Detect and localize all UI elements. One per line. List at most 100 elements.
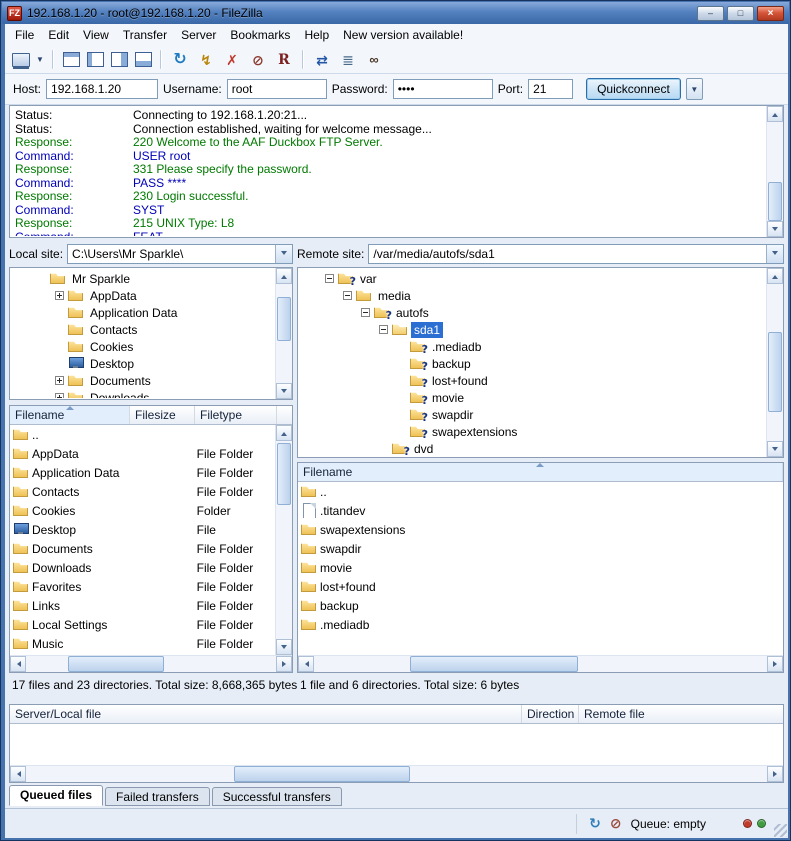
tab[interactable]: Queued files [9, 785, 103, 806]
combo-dropdown-icon[interactable] [766, 245, 783, 263]
tree-item[interactable]: movie [299, 389, 766, 406]
file-row[interactable]: Application Data File Folder [10, 463, 275, 482]
encryption-icon[interactable]: ⊘ [610, 816, 622, 831]
file-row[interactable]: Contacts File Folder [10, 482, 275, 501]
file-row[interactable]: AppData File Folder [10, 444, 275, 463]
scroll-right-button[interactable] [767, 656, 783, 672]
scroll-thumb[interactable] [277, 297, 291, 342]
file-row[interactable]: Desktop File [10, 520, 275, 539]
menu-item[interactable]: Transfer [116, 25, 174, 45]
quickconnect-dropdown-arrow[interactable]: ▼ [686, 78, 703, 100]
tree-item[interactable]: var [299, 270, 766, 287]
scroll-up-button[interactable] [767, 268, 783, 284]
message-log-toggle-icon[interactable] [60, 49, 82, 71]
queue-splitter[interactable] [5, 696, 788, 704]
file-row[interactable]: movie [298, 558, 783, 577]
file-row[interactable]: .titandev [298, 501, 783, 520]
column-header[interactable]: Direction [522, 705, 579, 723]
menu-item[interactable]: View [76, 25, 116, 45]
tree-item[interactable]: media [299, 287, 766, 304]
remote-site-combobox[interactable]: /var/media/autofs/sda1 [368, 244, 784, 264]
password-input[interactable] [393, 79, 493, 99]
scroll-left-button[interactable] [298, 656, 314, 672]
scroll-thumb[interactable] [68, 656, 164, 672]
speed-limit-icon[interactable]: ↻ [589, 816, 601, 831]
expander[interactable] [325, 274, 334, 283]
host-input[interactable] [46, 79, 158, 99]
minimize-button[interactable]: – [697, 6, 724, 21]
tree-item[interactable]: swapextensions [299, 423, 766, 440]
sync-browsing-icon[interactable]: ≣ [336, 49, 360, 71]
combo-dropdown-icon[interactable] [275, 245, 292, 263]
reconnect-icon[interactable]: R [272, 49, 296, 71]
file-row[interactable]: Favorites File Folder [10, 577, 275, 596]
scroll-up-button[interactable] [767, 106, 783, 122]
file-row[interactable]: .mediadb [298, 615, 783, 634]
tree-item[interactable]: Contacts [11, 321, 275, 338]
menu-item[interactable]: Edit [41, 25, 76, 45]
title-bar[interactable]: FZ 192.168.1.20 - root@192.168.1.20 - Fi… [2, 2, 789, 24]
menu-item[interactable]: Bookmarks [223, 25, 297, 45]
scroll-right-button[interactable] [767, 766, 783, 782]
tab[interactable]: Successful transfers [212, 787, 342, 806]
refresh-icon[interactable]: ↻ [168, 49, 192, 71]
scroll-down-button[interactable] [767, 441, 783, 457]
file-row[interactable]: Links File Folder [10, 596, 275, 615]
file-row[interactable]: Documents File Folder [10, 539, 275, 558]
file-row[interactable]: swapextensions [298, 520, 783, 539]
menu-item[interactable]: File [8, 25, 41, 45]
username-input[interactable] [227, 79, 327, 99]
file-row[interactable]: .. [298, 482, 783, 501]
tree-item[interactable]: Desktop [11, 355, 275, 372]
scroll-thumb[interactable] [410, 656, 578, 672]
file-row[interactable]: Local Settings File Folder [10, 615, 275, 634]
column-header[interactable]: Remote file [579, 705, 783, 723]
tab[interactable]: Failed transfers [105, 787, 210, 806]
tree-item[interactable]: Documents [11, 372, 275, 389]
tree-item[interactable]: lost+found [299, 372, 766, 389]
tree-item[interactable]: autofs [299, 304, 766, 321]
tree-item[interactable]: Mr Sparkle [11, 270, 275, 287]
queue-toggle-icon[interactable] [132, 49, 154, 71]
column-header[interactable]: Filetype [195, 406, 277, 424]
site-manager-icon[interactable] [10, 49, 32, 71]
file-row[interactable]: Cookies Folder [10, 501, 275, 520]
scroll-thumb[interactable] [768, 332, 782, 411]
scroll-left-button[interactable] [10, 656, 26, 672]
expander[interactable] [379, 325, 388, 334]
file-row[interactable]: .. [10, 425, 275, 444]
column-header[interactable]: Filesize [130, 406, 195, 424]
expander[interactable] [55, 393, 64, 398]
scroll-thumb[interactable] [768, 182, 782, 221]
tree-item[interactable]: swapdir [299, 406, 766, 423]
tree-item[interactable]: backup [299, 355, 766, 372]
file-row[interactable]: swapdir [298, 539, 783, 558]
maximize-button[interactable]: □ [727, 6, 754, 21]
tree-item[interactable]: Application Data [11, 304, 275, 321]
local-tree-toggle-icon[interactable] [84, 49, 106, 71]
expander[interactable] [55, 291, 64, 300]
scroll-up-button[interactable] [276, 268, 292, 284]
scroll-down-button[interactable] [276, 639, 292, 655]
resize-grip[interactable] [774, 824, 787, 837]
file-row[interactable]: Music File Folder [10, 634, 275, 653]
scroll-down-button[interactable] [276, 383, 292, 399]
column-header[interactable]: Server/Local file [10, 705, 522, 723]
column-header[interactable]: Filename [10, 406, 130, 424]
tree-item[interactable]: Downloads [11, 389, 275, 398]
tree-item[interactable]: sda1 [299, 321, 766, 338]
port-input[interactable] [528, 79, 573, 99]
menu-item[interactable]: Help [297, 25, 336, 45]
scroll-thumb[interactable] [277, 443, 291, 505]
process-queue-icon[interactable]: ↯ [194, 49, 218, 71]
tree-item[interactable]: dvd [299, 440, 766, 456]
expander[interactable] [55, 376, 64, 385]
cancel-icon[interactable]: ✗ [220, 49, 244, 71]
find-files-icon[interactable]: ∞ [362, 49, 386, 71]
scroll-up-button[interactable] [276, 425, 292, 441]
remote-tree-toggle-icon[interactable] [108, 49, 130, 71]
scroll-left-button[interactable] [10, 766, 26, 782]
expander[interactable] [361, 308, 370, 317]
menu-item[interactable]: Server [174, 25, 223, 45]
tree-item[interactable]: Cookies [11, 338, 275, 355]
